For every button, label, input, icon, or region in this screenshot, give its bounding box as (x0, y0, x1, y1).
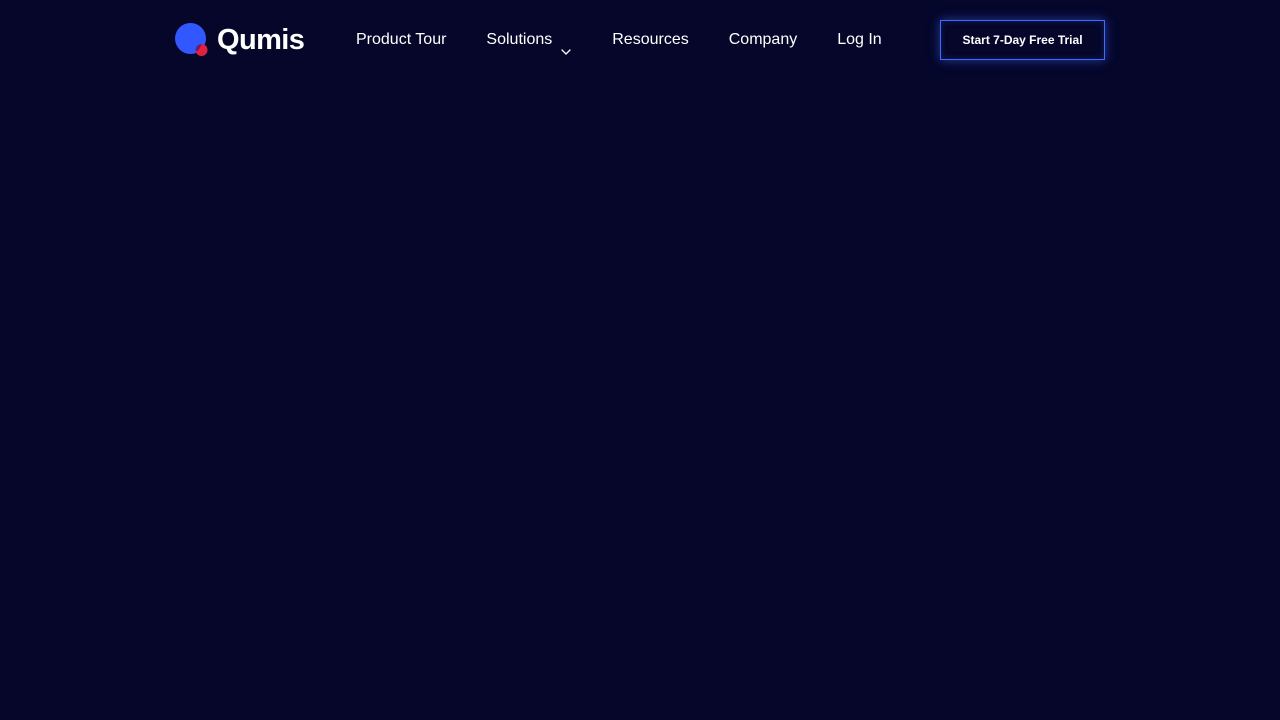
nav-item-label: Solutions (486, 31, 553, 48)
nav-item-company[interactable]: Company (729, 20, 797, 60)
nav-item-label: Company (728, 31, 798, 48)
nav-item-product-tour[interactable]: Product Tour (356, 20, 446, 60)
nav-item-log-in[interactable]: Log In (837, 20, 881, 60)
main-nav: Product Tour Solutions Resources Company… (356, 20, 882, 60)
brand-home-link[interactable]: Qumis (175, 20, 305, 60)
brand-name: Qumis (217, 24, 305, 56)
nav-item-label: Resources (612, 31, 689, 48)
qumis-logo-icon (175, 23, 208, 57)
nav-item-solutions[interactable]: Solutions (486, 20, 572, 60)
chevron-down-icon (560, 34, 572, 55)
top-navigation: Qumis Product Tour Solutions Resources C… (175, 20, 1105, 60)
nav-item-label: Product Tour (356, 31, 447, 48)
nav-item-label: Log In (837, 31, 882, 48)
nav-item-resources[interactable]: Resources (612, 20, 688, 60)
page: Qumis Product Tour Solutions Resources C… (0, 0, 1280, 720)
start-free-trial-button[interactable]: Start 7-Day Free Trial (940, 20, 1105, 60)
